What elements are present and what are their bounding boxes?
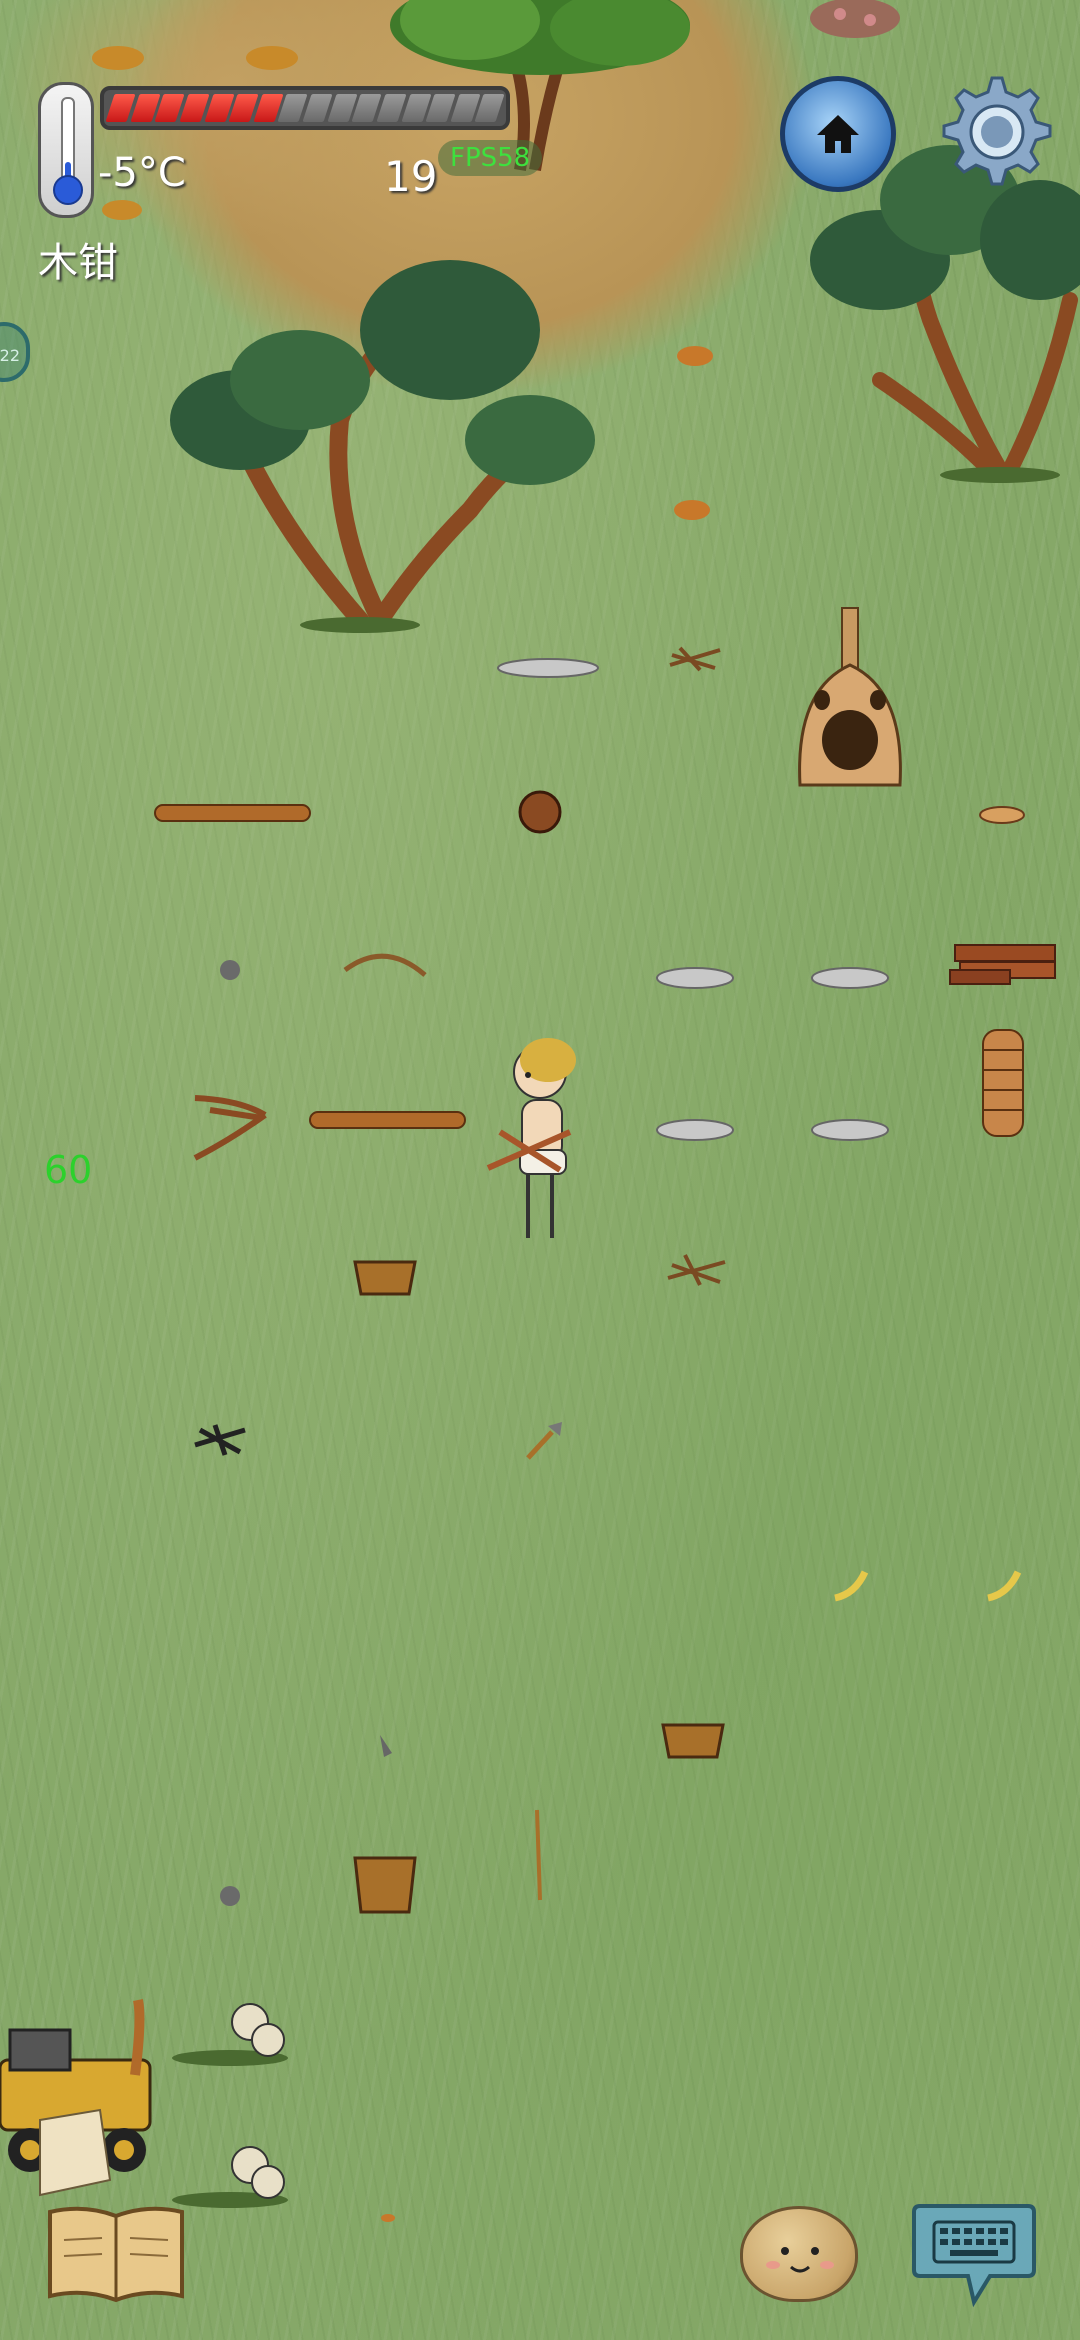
dirt-pile[interactable] [102, 200, 142, 220]
charcoal[interactable] [194, 1424, 246, 1456]
food-meter [100, 86, 510, 130]
board-stack[interactable] [949, 944, 1056, 985]
game-screen[interactable]: { "hud": { "temperature": "-5°C", "held_… [0, 0, 1080, 2340]
dirt-pile[interactable] [92, 46, 144, 70]
sharp-stone[interactable] [811, 1119, 889, 1141]
milkweed[interactable] [172, 2146, 288, 2208]
clay[interactable] [381, 2214, 395, 2222]
thermometer [38, 82, 94, 218]
dirt-pile[interactable] [246, 46, 298, 70]
plate-stack[interactable] [982, 1029, 1024, 1137]
round-stone[interactable] [220, 960, 240, 980]
sharp-stone[interactable] [497, 658, 599, 678]
emote-button[interactable] [740, 2206, 858, 2302]
log[interactable] [154, 804, 311, 822]
basket[interactable] [661, 1723, 725, 1759]
tree-top[interactable] [390, 0, 690, 171]
flint-chip[interactable] [380, 1735, 392, 1757]
banana[interactable] [834, 1570, 869, 1602]
keyboard-icon [912, 2204, 1036, 2308]
fps-badge: FPS58 [438, 140, 543, 176]
round-stone[interactable] [220, 1886, 240, 1906]
bush-top-right[interactable] [810, 0, 900, 38]
home-button[interactable] [780, 76, 896, 192]
stone-hatchet[interactable] [526, 1422, 562, 1460]
cart-vehicle[interactable] [0, 1999, 152, 2197]
sharp-stone[interactable] [656, 967, 734, 989]
sharp-stone[interactable] [656, 1119, 734, 1141]
bow-drill[interactable] [193, 1095, 267, 1161]
log[interactable] [309, 1111, 466, 1129]
gear-icon [942, 76, 1052, 186]
held-item-label: 木钳 [38, 240, 118, 286]
pine-tree-left[interactable] [170, 260, 595, 633]
kiln[interactable] [798, 607, 902, 787]
sharp-stone[interactable] [811, 967, 889, 989]
home-icon [817, 115, 859, 153]
kindling[interactable] [669, 646, 721, 672]
age-counter: 19 [384, 152, 438, 201]
clay[interactable] [677, 346, 713, 366]
world-scene [0, 0, 1080, 2222]
book-icon [48, 2206, 184, 2303]
recipe-book-button[interactable] [44, 2200, 188, 2304]
pine-tree-right[interactable] [810, 145, 1080, 483]
settings-button[interactable] [930, 70, 1054, 194]
skewer[interactable] [535, 1809, 542, 1901]
burdock[interactable] [518, 790, 562, 834]
temperature-readout: -5°C [98, 150, 186, 196]
banana[interactable] [987, 1570, 1022, 1602]
fps-side-counter: 60 [44, 1148, 93, 1192]
player-character[interactable] [486, 1038, 576, 1238]
kindling[interactable] [667, 1254, 726, 1286]
chat-keyboard-button[interactable] [910, 2198, 1038, 2310]
basket[interactable] [353, 1856, 417, 1914]
food-pip [474, 94, 505, 122]
milkweed[interactable] [172, 2003, 288, 2066]
face-icon [766, 2247, 834, 2273]
basket[interactable] [353, 1260, 417, 1296]
clay[interactable] [674, 500, 710, 520]
clay-plate[interactable] [979, 806, 1025, 824]
bow[interactable] [343, 953, 427, 977]
